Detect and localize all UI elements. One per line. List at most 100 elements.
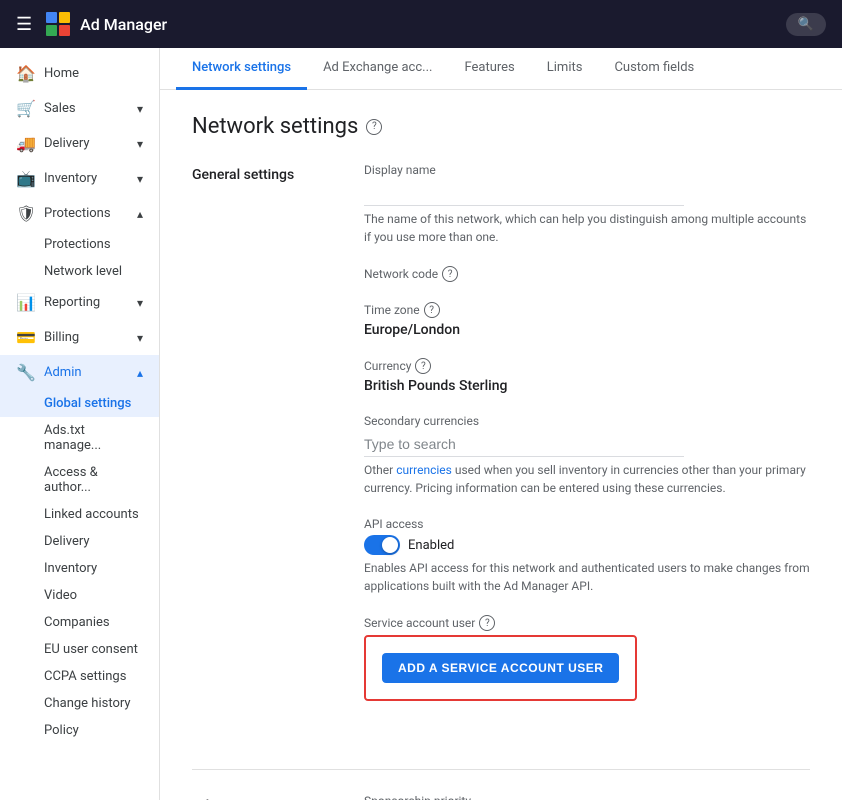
tab-ad-exchange[interactable]: Ad Exchange acc... xyxy=(307,48,448,90)
sidebar-item-reporting[interactable]: 📊 Reporting ▾ xyxy=(0,285,159,320)
general-settings-label: General settings xyxy=(192,163,332,737)
sidebar-sub-label-global-settings: Global settings xyxy=(44,396,131,411)
display-name-label: Display name xyxy=(364,163,810,177)
chevron-up-icon: ▴ xyxy=(137,366,143,380)
service-account-box: ADD A SERVICE ACCOUNT USER xyxy=(364,635,637,701)
sales-icon: 🛒 xyxy=(16,99,36,118)
sidebar-sub-change-history[interactable]: Change history xyxy=(0,690,159,717)
sidebar-sub-label-access: Access & author... xyxy=(44,465,143,495)
sidebar-sub-label-ccpa: CCPA settings xyxy=(44,669,126,684)
menu-icon[interactable]: ☰ xyxy=(16,14,32,35)
sidebar-sub-eu-consent[interactable]: EU user consent xyxy=(0,636,159,663)
other-currencies-desc: Other currencies used when you sell inve… xyxy=(364,461,810,497)
secondary-currencies-input[interactable] xyxy=(364,432,684,457)
search-icon: 🔍 xyxy=(798,17,814,32)
network-code-label: Network code xyxy=(364,267,438,281)
chevron-down-icon: ▾ xyxy=(137,172,143,186)
sidebar-item-protections[interactable]: 🛡 Protections ▴ xyxy=(0,196,159,231)
general-settings-section: General settings Display name The name o… xyxy=(192,163,810,737)
sidebar-sub-label-video: Video xyxy=(44,588,77,603)
service-account-field: Service account user ? ADD A SERVICE ACC… xyxy=(364,615,810,717)
tab-features[interactable]: Features xyxy=(448,48,530,90)
api-access-desc: Enables API access for this network and … xyxy=(364,559,810,595)
api-access-label: API access xyxy=(364,517,810,531)
help-icon[interactable]: ? xyxy=(366,119,382,135)
sidebar-item-admin[interactable]: 🔧 Admin ▴ xyxy=(0,355,159,390)
service-account-label: Service account user xyxy=(364,616,475,630)
network-code-field: Network code ? xyxy=(364,266,810,282)
sidebar-sub-inventory[interactable]: Inventory xyxy=(0,555,159,582)
tab-custom-fields[interactable]: Custom fields xyxy=(598,48,710,90)
sidebar-sub-label-linked-accounts: Linked accounts xyxy=(44,507,139,522)
billing-icon: 💳 xyxy=(16,328,36,347)
inventory-icon: 📺 xyxy=(16,169,36,188)
sidebar-label-billing: Billing xyxy=(44,330,129,345)
sidebar-item-delivery[interactable]: 🚚 Delivery ▾ xyxy=(0,126,159,161)
secondary-currencies-field: Secondary currencies Other currencies us… xyxy=(364,414,810,497)
sidebar-item-sales[interactable]: 🛒 Sales ▾ xyxy=(0,91,159,126)
sidebar-sub-policy[interactable]: Policy xyxy=(0,717,159,744)
currency-field: Currency ? British Pounds Sterling xyxy=(364,358,810,394)
tabs-bar: Network settings Ad Exchange acc... Feat… xyxy=(160,48,842,90)
chevron-down-icon: ▾ xyxy=(137,137,143,151)
sidebar-sub-ccpa[interactable]: CCPA settings xyxy=(0,663,159,690)
chevron-down-icon: ▾ xyxy=(137,102,143,116)
currencies-link[interactable]: currencies xyxy=(396,463,452,477)
display-name-input[interactable] xyxy=(364,181,684,206)
delivery-icon: 🚚 xyxy=(16,134,36,153)
sidebar-sub-linked-accounts[interactable]: Linked accounts xyxy=(0,501,159,528)
ad-serving-content: Sponsorship priority Enabled Enables 100… xyxy=(364,794,810,800)
sidebar-sub-label-inventory: Inventory xyxy=(44,561,97,576)
sidebar-sub-label-protections: Protections xyxy=(44,237,111,252)
sidebar-sub-access[interactable]: Access & author... xyxy=(0,459,159,501)
chevron-up-icon: ▴ xyxy=(137,207,143,221)
sidebar-sub-label-network-level: Network level xyxy=(44,264,122,279)
timezone-label: Time zone xyxy=(364,303,420,317)
currency-value: British Pounds Sterling xyxy=(364,378,810,394)
protections-icon: 🛡 xyxy=(16,204,36,223)
service-account-help-icon[interactable]: ? xyxy=(479,615,495,631)
admin-icon: 🔧 xyxy=(16,363,36,382)
sidebar-item-billing[interactable]: 💳 Billing ▾ xyxy=(0,320,159,355)
sidebar-sub-ads-txt[interactable]: Ads.txt manage... xyxy=(0,417,159,459)
timezone-field: Time zone ? Europe/London xyxy=(364,302,810,338)
sponsorship-field: Sponsorship priority Enabled Enables 100… xyxy=(364,794,810,800)
sidebar-item-inventory[interactable]: 📺 Inventory ▾ xyxy=(0,161,159,196)
sidebar-sub-delivery[interactable]: Delivery xyxy=(0,528,159,555)
sponsorship-label: Sponsorship priority xyxy=(364,794,810,800)
sidebar-label-sales: Sales xyxy=(44,101,129,116)
sidebar-sub-network-level[interactable]: Network level xyxy=(0,258,159,285)
sidebar-label-admin: Admin xyxy=(44,365,129,380)
display-name-field: Display name The name of this network, w… xyxy=(364,163,810,246)
page-title-row: Network settings ? xyxy=(192,114,810,139)
display-name-desc: The name of this network, which can help… xyxy=(364,210,810,246)
tab-limits[interactable]: Limits xyxy=(531,48,599,90)
chevron-down-icon: ▾ xyxy=(137,331,143,345)
sidebar-label-reporting: Reporting xyxy=(44,295,129,310)
sidebar-label-delivery: Delivery xyxy=(44,136,129,151)
sidebar-sub-protections[interactable]: Protections xyxy=(0,231,159,258)
search-box[interactable]: 🔍 xyxy=(786,13,826,36)
sidebar-sub-video[interactable]: Video xyxy=(0,582,159,609)
currency-label: Currency xyxy=(364,359,411,373)
sidebar-item-home[interactable]: 🏠 Home xyxy=(0,56,159,91)
ad-serving-label: Ad serving settings xyxy=(192,794,332,800)
secondary-currencies-label: Secondary currencies xyxy=(364,414,810,428)
app-title: Ad Manager xyxy=(80,15,167,34)
api-access-field: API access Enabled Enables API access fo… xyxy=(364,517,810,595)
sidebar-sub-companies[interactable]: Companies xyxy=(0,609,159,636)
api-access-toggle[interactable] xyxy=(364,535,400,555)
tab-network-settings[interactable]: Network settings xyxy=(176,48,307,90)
currency-help-icon[interactable]: ? xyxy=(415,358,431,374)
network-code-help-icon[interactable]: ? xyxy=(442,266,458,282)
sidebar-sub-label-companies: Companies xyxy=(44,615,110,630)
sidebar-sub-label-eu-consent: EU user consent xyxy=(44,642,138,657)
add-service-account-button[interactable]: ADD A SERVICE ACCOUNT USER xyxy=(382,653,619,683)
sidebar-label-protections: Protections xyxy=(44,206,129,221)
sidebar-label-inventory: Inventory xyxy=(44,171,129,186)
sidebar-sub-label-policy: Policy xyxy=(44,723,79,738)
sidebar-sub-label-change-history: Change history xyxy=(44,696,131,711)
timezone-help-icon[interactable]: ? xyxy=(424,302,440,318)
sidebar-sub-global-settings[interactable]: Global settings xyxy=(0,390,159,417)
api-access-toggle-row: Enabled xyxy=(364,535,810,555)
